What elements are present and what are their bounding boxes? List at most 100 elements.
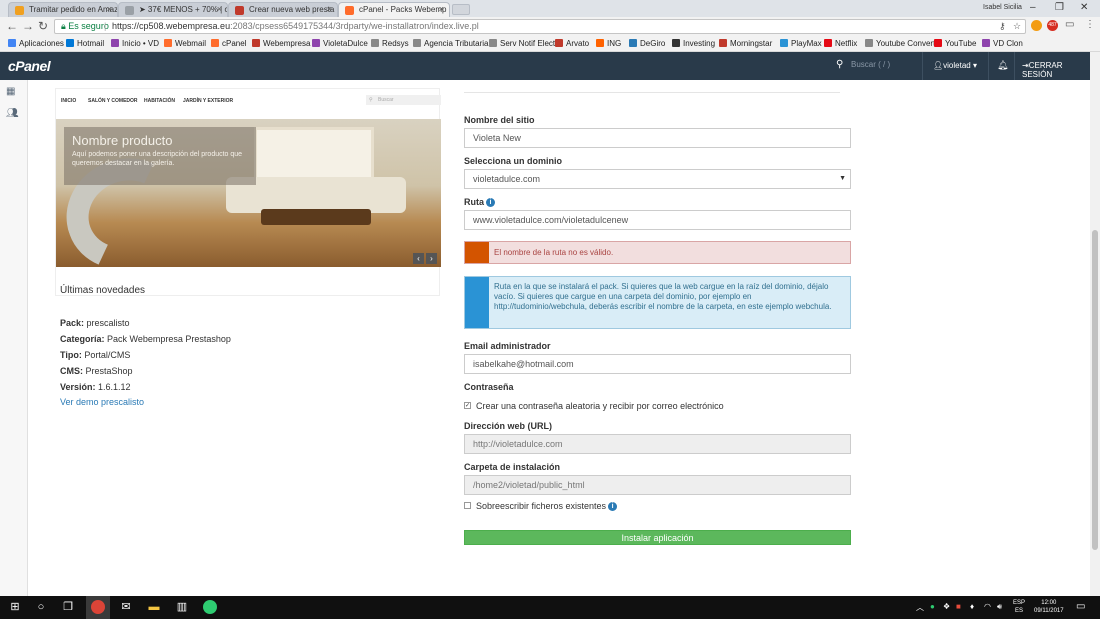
chrome-icon[interactable] [91, 600, 105, 614]
install-button[interactable]: Instalar aplicación [464, 530, 851, 545]
cpanel-sidebar: ▦ 👥︎ [0, 80, 28, 596]
extension-icon[interactable] [1031, 20, 1042, 31]
reload-icon[interactable]: ↻ [38, 19, 48, 33]
wifi-icon[interactable]: ◠ [984, 602, 991, 611]
bookmark-webempresa[interactable]: Webempresa [252, 38, 310, 49]
domain-select[interactable]: violetadulce.com ▼ [464, 169, 851, 189]
browser-tab-offer[interactable]: ➤ 37€ MENOS + 70% | c × [118, 2, 228, 17]
clock[interactable]: 12:00 09/11/2017 [1034, 599, 1064, 615]
apps-grid-icon [8, 39, 16, 47]
web-url-input: http://violetadulce.com [464, 434, 851, 454]
youtube-icon [934, 39, 942, 47]
minimize-icon[interactable]: – [1030, 2, 1036, 13]
app-icon[interactable] [203, 600, 217, 614]
bookmark-arvato[interactable]: Arvato [555, 38, 589, 49]
bookmark-webmail[interactable]: Webmail [164, 38, 206, 49]
tray-app-icon[interactable]: ♦ [970, 602, 974, 611]
grid-icon[interactable]: ▦ [6, 86, 15, 97]
back-icon[interactable]: ← [6, 19, 18, 33]
user-icon: 👤︎ [933, 61, 944, 70]
overwrite-checkbox[interactable] [464, 502, 471, 509]
bookmark-investing[interactable]: Investing [672, 38, 715, 49]
close-icon[interactable]: × [107, 3, 112, 16]
overwrite-label[interactable]: Sobreescribir ficheros existentes i [476, 501, 618, 512]
info-icon[interactable]: i [608, 502, 618, 512]
user-menu[interactable]: 👤︎violetad ▾ [933, 61, 977, 70]
browser-tab-strip: Tramitar pedido en Amaz × ➤ 37€ MENOS + … [0, 0, 1100, 17]
demo-link[interactable]: Ver demo prescalisto [60, 397, 144, 407]
maximize-icon[interactable]: ❐ [1055, 2, 1064, 13]
bookmark-hotmail[interactable]: Hotmail [66, 38, 104, 49]
cast-icon[interactable]: ▭ [1065, 19, 1074, 30]
mail-icon[interactable]: ✉ [119, 600, 133, 614]
search-icon[interactable]: ○ [34, 600, 48, 614]
forward-icon[interactable]: → [22, 19, 34, 33]
cpanel-logo[interactable]: cPanel [8, 58, 51, 74]
netflix-icon [824, 39, 832, 47]
scrollbar-thumb[interactable] [1092, 230, 1098, 550]
close-icon[interactable]: × [439, 3, 444, 16]
bookmark-degiro[interactable]: DeGiro [629, 38, 665, 49]
close-window-icon[interactable]: ✕ [1080, 2, 1088, 13]
menu-icon[interactable]: ⋮ [1085, 19, 1095, 30]
site-name-input[interactable]: Violeta New [464, 128, 851, 148]
scrollbar[interactable] [1090, 52, 1100, 596]
notification-icon[interactable]: ▭ [1076, 601, 1085, 612]
random-password-label[interactable]: Crear una contraseña aleatoria y recibir… [476, 401, 724, 411]
chevron-up-icon[interactable]: ︿ [916, 602, 924, 613]
task-view-icon[interactable]: ❐ [61, 600, 75, 614]
bookmark-inicio-vd[interactable]: Inicio • VD [111, 38, 159, 49]
language-indicator[interactable]: ESP ES [1013, 599, 1025, 615]
key-icon[interactable]: ⚷ [999, 20, 1006, 33]
close-icon[interactable]: × [327, 3, 332, 16]
path-input[interactable]: www.violetadulce.com/violetadulcenew [464, 210, 851, 230]
dropbox-icon[interactable]: ❖ [943, 602, 950, 611]
table-graphic [261, 209, 371, 225]
close-icon[interactable]: × [217, 3, 222, 16]
info-icon[interactable]: i [486, 198, 495, 208]
logout-icon: ⇥ [1022, 61, 1029, 70]
info-alert: Ruta en la que se instalará el pack. Si … [464, 276, 851, 329]
users-icon[interactable]: 👥︎ [6, 108, 19, 119]
window-user[interactable]: Isabel Sicilia [983, 4, 1022, 11]
degiro-icon [629, 39, 637, 47]
adblock-badge[interactable]: 487 [1047, 20, 1058, 31]
browser-tab-webempresa[interactable]: Crear nueva web presta × [228, 2, 338, 17]
new-tab-button[interactable] [452, 4, 470, 15]
star-icon[interactable]: ☆ [1013, 20, 1021, 33]
bookmark-youtube-convert[interactable]: Youtube Convert [865, 38, 935, 49]
divider [464, 92, 840, 93]
bookmark-youtube[interactable]: YouTube [934, 38, 976, 49]
bookmark-redsys[interactable]: Redsys [371, 38, 409, 49]
url-input[interactable]: 🔒︎ Es seguro | https://cp508.webempresa.… [54, 19, 1026, 34]
page-icon [413, 39, 421, 47]
library-icon[interactable]: ▥ [175, 600, 189, 614]
random-password-checkbox[interactable]: ✓ [464, 402, 471, 409]
volume-icon[interactable]: 🔊︎ [997, 602, 1002, 612]
bell-icon[interactable]: 🔔︎ [997, 60, 1008, 71]
preview-search: ⚲ Buscar [366, 95, 441, 105]
bookmark-netflix[interactable]: Netflix [824, 38, 857, 49]
bookmark-violetadulce[interactable]: VioletaDulce [312, 38, 368, 49]
bookmark-cpanel[interactable]: cPanel [211, 38, 246, 49]
bookmark-ing[interactable]: ING [596, 38, 621, 49]
bookmark-apps[interactable]: Aplicaciones [8, 38, 64, 49]
search-input[interactable]: Buscar ( / ) [851, 60, 890, 69]
windows-start-icon[interactable]: ⊞ [8, 600, 22, 614]
folder-icon[interactable]: ▬ [147, 600, 161, 614]
email-input[interactable]: isabelkahe@hotmail.com [464, 354, 851, 374]
tray-app-icon[interactable]: ● [930, 602, 935, 611]
bookmark-serv-notif[interactable]: Serv Notif Elect [489, 38, 555, 49]
bookmark-playmax[interactable]: PlayMax [780, 38, 822, 49]
browser-tab-cpanel[interactable]: cPanel - Packs Webemp × [338, 2, 450, 17]
bookmark-vd-clon[interactable]: VD Clon [982, 38, 1023, 49]
bookmark-morningstar[interactable]: Morningstar [719, 38, 772, 49]
webempresa-icon [235, 6, 244, 15]
site-name-label: Nombre del sitio [464, 115, 535, 125]
hotmail-icon [66, 39, 74, 47]
browser-tab-amazon[interactable]: Tramitar pedido en Amaz × [8, 2, 118, 17]
logout-button[interactable]: ⇥CERRAR SESIÓN [1022, 61, 1090, 79]
tray-app-icon[interactable]: ■ [956, 602, 961, 611]
install-folder-input: /home2/violetad/public_html [464, 475, 851, 495]
bookmark-agencia-tributaria[interactable]: Agencia Tributaria [413, 38, 488, 49]
